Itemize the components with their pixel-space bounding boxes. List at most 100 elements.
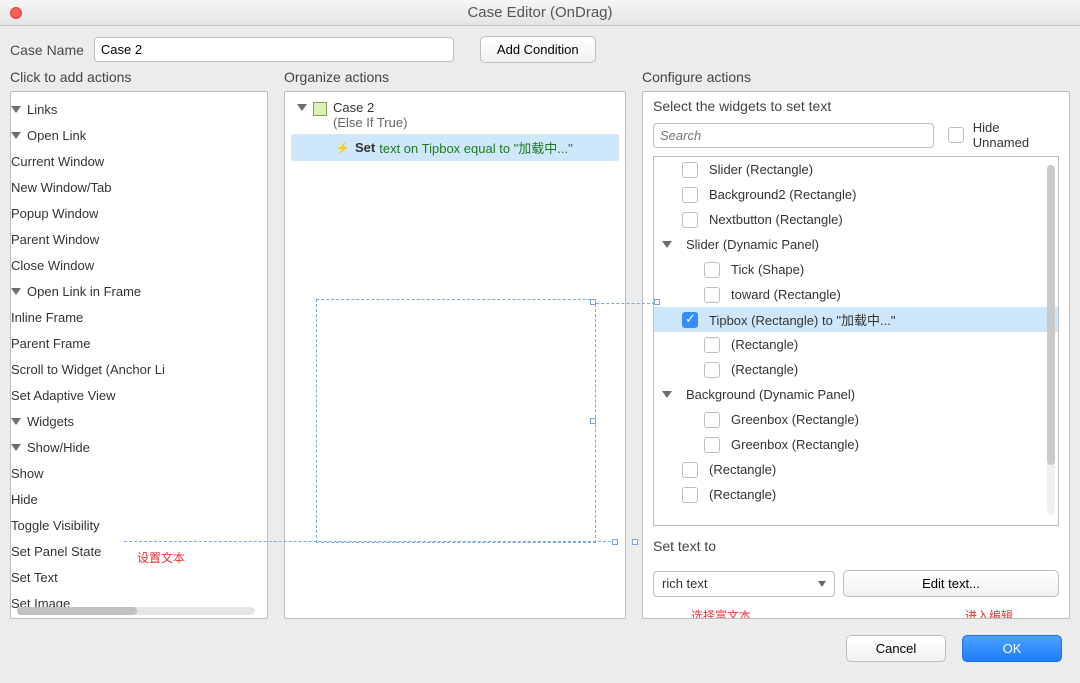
case-label: Case 2 (Else If True) bbox=[333, 100, 407, 130]
widget-checkbox[interactable] bbox=[682, 312, 698, 328]
tree-close-window[interactable]: Close Window bbox=[11, 254, 267, 276]
close-window-button[interactable] bbox=[10, 7, 22, 19]
case-name-input[interactable] bbox=[94, 37, 454, 62]
tree-parent-frame[interactable]: Parent Frame bbox=[11, 332, 267, 354]
tree-parent-window[interactable]: Parent Window bbox=[11, 228, 267, 250]
window-title: Case Editor (OnDrag) bbox=[0, 0, 1080, 26]
chevron-down-icon bbox=[297, 104, 307, 111]
v-scrollbar[interactable] bbox=[1047, 165, 1055, 515]
widget-row[interactable]: toward (Rectangle) bbox=[654, 282, 1058, 307]
top-row: Case Name Add Condition bbox=[0, 26, 1080, 69]
widget-checkbox[interactable] bbox=[682, 187, 698, 203]
widget-row[interactable]: Tipbox (Rectangle) to "加载中..." bbox=[654, 307, 1058, 332]
search-input[interactable] bbox=[653, 123, 934, 148]
tree-current-window[interactable]: Current Window bbox=[11, 150, 267, 172]
widget-checkbox[interactable] bbox=[704, 337, 720, 353]
configure-header: Select the widgets to set text bbox=[653, 98, 1059, 114]
widget-checkbox[interactable] bbox=[682, 212, 698, 228]
widget-checkbox[interactable] bbox=[704, 412, 720, 428]
action-verb: Set bbox=[355, 140, 375, 155]
set-text-to-label: Set text to bbox=[653, 538, 1059, 554]
cancel-button[interactable]: Cancel bbox=[846, 635, 946, 662]
widget-label: (Rectangle) bbox=[709, 487, 776, 502]
actions-tree-panel: Links Open Link Current Window New Windo… bbox=[10, 91, 268, 619]
chevron-down-icon bbox=[662, 241, 672, 248]
widget-row[interactable]: (Rectangle) bbox=[654, 357, 1058, 382]
chevron-down-icon bbox=[11, 132, 21, 139]
hide-unnamed-label: Hide Unnamed bbox=[973, 120, 1059, 150]
ok-button[interactable]: OK bbox=[962, 635, 1062, 662]
right-column-title: Configure actions bbox=[642, 69, 1070, 85]
widget-row[interactable]: Background (Dynamic Panel) bbox=[654, 382, 1058, 407]
tree-inline-frame[interactable]: Inline Frame bbox=[11, 306, 267, 328]
widget-row[interactable]: Background2 (Rectangle) bbox=[654, 182, 1058, 207]
tree-open-link-frame[interactable]: Open Link in Frame bbox=[11, 280, 267, 302]
widget-label: (Rectangle) bbox=[731, 337, 798, 352]
chevron-down-icon bbox=[662, 391, 672, 398]
widget-checkbox[interactable] bbox=[682, 487, 698, 503]
widget-checkbox[interactable] bbox=[704, 437, 720, 453]
organize-panel: Case 2 (Else If True) ⚡ Set text on Tipb… bbox=[284, 91, 626, 619]
right-column: Configure actions Select the widgets to … bbox=[642, 69, 1070, 619]
widget-label: toward (Rectangle) bbox=[731, 287, 841, 302]
widget-row[interactable]: Slider (Dynamic Panel) bbox=[654, 232, 1058, 257]
tree-panel-state[interactable]: Set Panel State bbox=[11, 540, 267, 562]
case-node[interactable]: Case 2 (Else If True) bbox=[285, 96, 625, 130]
widget-label: Tipbox (Rectangle) to "加载中..." bbox=[709, 310, 895, 329]
widget-row[interactable]: Tick (Shape) bbox=[654, 257, 1058, 282]
mid-column-title: Organize actions bbox=[284, 69, 626, 85]
tree-set-text[interactable]: Set Text bbox=[11, 566, 267, 588]
widget-checkbox[interactable] bbox=[704, 262, 720, 278]
tree-popup-window[interactable]: Popup Window bbox=[11, 202, 267, 224]
widget-label: (Rectangle) bbox=[731, 362, 798, 377]
widget-checkbox[interactable] bbox=[704, 287, 720, 303]
widget-row[interactable]: Greenbox (Rectangle) bbox=[654, 432, 1058, 457]
widget-checkbox[interactable] bbox=[682, 462, 698, 478]
chevron-down-icon bbox=[818, 581, 826, 587]
tree-show[interactable]: Show bbox=[11, 462, 267, 484]
tree-new-window[interactable]: New Window/Tab bbox=[11, 176, 267, 198]
case-action-row[interactable]: ⚡ Set text on Tipbox equal to "加载中..." bbox=[291, 134, 619, 161]
hide-unnamed-row[interactable]: Hide Unnamed bbox=[944, 120, 1059, 150]
flow-icon bbox=[313, 102, 327, 116]
widget-list: Slider (Rectangle)Background2 (Rectangle… bbox=[653, 156, 1059, 526]
widget-checkbox[interactable] bbox=[682, 162, 698, 178]
widget-row[interactable]: Nextbutton (Rectangle) bbox=[654, 207, 1058, 232]
widget-row[interactable]: (Rectangle) bbox=[654, 482, 1058, 507]
resize-handle bbox=[632, 539, 638, 545]
tree-adaptive-view[interactable]: Set Adaptive View bbox=[11, 384, 267, 406]
edit-text-button[interactable]: Edit text... bbox=[843, 570, 1059, 597]
hide-unnamed-checkbox[interactable] bbox=[948, 127, 964, 143]
titlebar: Case Editor (OnDrag) bbox=[0, 0, 1080, 26]
widget-row[interactable]: Greenbox (Rectangle) bbox=[654, 407, 1058, 432]
tree-links[interactable]: Links bbox=[11, 98, 267, 120]
bottom-bar: Cancel OK bbox=[0, 627, 1080, 672]
widget-row[interactable]: Slider (Rectangle) bbox=[654, 157, 1058, 182]
widget-label: Nextbutton (Rectangle) bbox=[709, 212, 843, 227]
h-scrollbar[interactable] bbox=[17, 607, 255, 615]
text-mode-value: rich text bbox=[662, 576, 708, 591]
chevron-down-icon bbox=[11, 106, 21, 113]
tree-open-link[interactable]: Open Link bbox=[11, 124, 267, 146]
annotation-enter-edit: 进入编辑 bbox=[965, 607, 1013, 619]
widget-label: (Rectangle) bbox=[709, 462, 776, 477]
tree-toggle[interactable]: Toggle Visibility bbox=[11, 514, 267, 536]
v-scroll-thumb[interactable] bbox=[1047, 165, 1055, 465]
widget-checkbox[interactable] bbox=[704, 362, 720, 378]
tree-show-hide[interactable]: Show/Hide bbox=[11, 436, 267, 458]
widget-row[interactable]: (Rectangle) bbox=[654, 457, 1058, 482]
bolt-icon: ⚡ bbox=[335, 141, 349, 155]
widget-row[interactable]: (Rectangle) bbox=[654, 332, 1058, 357]
tree-scroll-widget[interactable]: Scroll to Widget (Anchor Li bbox=[11, 358, 267, 380]
tree-widgets[interactable]: Widgets bbox=[11, 410, 267, 432]
add-condition-button[interactable]: Add Condition bbox=[480, 36, 596, 63]
text-mode-select[interactable]: rich text bbox=[653, 571, 835, 597]
h-scroll-thumb[interactable] bbox=[17, 607, 137, 615]
middle-column: Organize actions Case 2 (Else If True) ⚡… bbox=[284, 69, 626, 619]
chevron-down-icon bbox=[11, 288, 21, 295]
chevron-down-icon bbox=[11, 418, 21, 425]
columns: Click to add actions Links Open Link Cur… bbox=[0, 69, 1080, 627]
actions-tree: Links Open Link Current Window New Windo… bbox=[11, 92, 267, 616]
configure-panel: Select the widgets to set text Hide Unna… bbox=[642, 91, 1070, 619]
tree-hide[interactable]: Hide bbox=[11, 488, 267, 510]
